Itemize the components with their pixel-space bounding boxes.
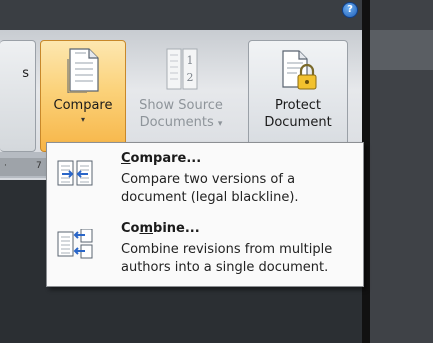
menu-item-compare[interactable]: Compare... Compare two versions of a doc…	[47, 147, 363, 213]
compare-button[interactable]: Compare ▾	[40, 40, 126, 152]
protect-line2: Document	[264, 115, 332, 130]
compare-dropdown-menu: Compare... Compare two versions of a doc…	[46, 142, 364, 287]
compare-icon	[57, 160, 93, 186]
combine-icon	[57, 229, 93, 259]
menu-item-compare-title: Compare...	[121, 151, 201, 166]
chevron-down-icon: ▾	[80, 115, 85, 124]
svg-text:2: 2	[187, 71, 194, 84]
previous-button-label: s	[22, 66, 29, 81]
accelerator-key: m	[139, 221, 154, 236]
chevron-down-icon: ▾	[217, 119, 223, 129]
title-part: ompare...	[130, 151, 202, 166]
show-source-line1: Show Source	[139, 98, 223, 113]
menu-item-compare-description: Compare two versions of a document (lega…	[121, 172, 299, 205]
protect-document-button[interactable]: Protect Document	[248, 40, 348, 152]
background-window	[370, 0, 433, 343]
show-source-label: Show Source Documents ▾	[121, 97, 241, 133]
show-source-line2: Documents	[139, 115, 214, 130]
svg-text:1: 1	[187, 54, 194, 67]
previous-ribbon-button[interactable]: s	[0, 40, 36, 152]
accelerator-key: C	[121, 151, 131, 166]
menu-item-combine-title: Combine...	[121, 221, 200, 236]
protect-label: Protect Document	[249, 97, 347, 131]
source-documents-icon: 1 2	[166, 48, 198, 90]
show-source-documents-button[interactable]: 1 2 Show Source Documents ▾	[120, 40, 242, 152]
title-part: Co	[121, 221, 140, 236]
menu-item-combine-description: Combine revisions from multiple authors …	[121, 242, 333, 275]
help-icon[interactable]: ?	[342, 2, 358, 18]
compare-label: Compare	[53, 98, 113, 113]
background-pane	[370, 30, 433, 70]
menu-item-combine[interactable]: Combine... Combine revisions from multip…	[47, 217, 363, 283]
title-part: bine...	[153, 221, 200, 236]
ruler-mark: 7	[36, 161, 42, 171]
protect-document-icon	[282, 50, 317, 90]
protect-line1: Protect	[275, 98, 321, 113]
compare-document-icon	[67, 48, 99, 93]
ruler-mark: ·	[4, 161, 7, 171]
